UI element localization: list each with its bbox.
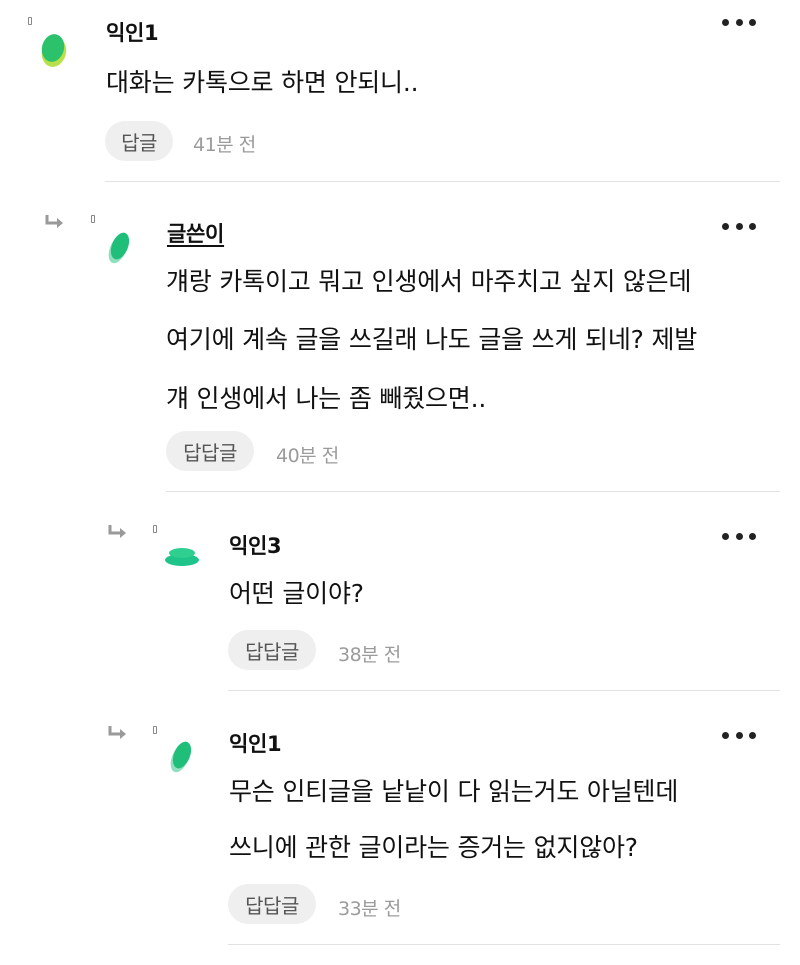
reply-button[interactable]: 답답글 (166, 431, 254, 471)
comment-item: 익인3 어떤 글이야? 답답글 38분 전 (0, 495, 800, 692)
avatar-icon[interactable] (104, 228, 134, 268)
more-options-icon[interactable] (722, 216, 756, 236)
reply-button[interactable]: 답글 (105, 121, 173, 161)
comment-text-line: 쓰니에 관한 글이라는 증거는 없지않아? (229, 833, 638, 862)
comment-text-line: 어떤 글이야? (229, 579, 364, 608)
avatar-icon[interactable] (38, 30, 68, 70)
comment-author[interactable]: 익인1 (106, 17, 159, 47)
comment-text-line: 걔 인생에서 나는 좀 빼줬으면.. (166, 384, 487, 413)
reply-button[interactable]: 답답글 (228, 630, 316, 670)
reply-arrow-icon (108, 726, 126, 739)
reply-button[interactable]: 답답글 (228, 884, 316, 924)
comment-author[interactable]: 글쓴이 (167, 218, 224, 248)
divider (105, 181, 780, 182)
reply-arrow-icon (45, 215, 63, 228)
reply-arrow-icon (108, 525, 126, 538)
comment-time: 38분 전 (338, 644, 401, 666)
comment-time: 33분 전 (338, 898, 401, 920)
badge-mark (153, 726, 157, 734)
avatar-icon[interactable] (166, 737, 196, 777)
comment-item: 글쓴이 걔랑 카톡이고 뭐고 인생에서 마주치고 싶지 않은데 여기에 계속 글… (0, 185, 800, 495)
comment-text-line: 여기에 계속 글을 쓰길래 나도 글을 쓰게 되네? 제발 (166, 325, 698, 354)
divider (166, 491, 780, 492)
divider (228, 690, 780, 691)
badge-mark (153, 525, 157, 533)
badge-mark (28, 17, 32, 25)
comment-item: 익인1 대화는 카톡으로 하면 안되니.. 답글 41분 전 (0, 0, 800, 185)
more-options-icon[interactable] (722, 12, 756, 32)
divider (228, 944, 780, 945)
comment-author[interactable]: 익인3 (229, 530, 282, 560)
more-options-icon[interactable] (722, 725, 756, 745)
comment-text-line: 무슨 인티글을 낱낱이 다 읽는거도 아닐텐데 (229, 777, 679, 806)
comment-text-line: 대화는 카톡으로 하면 안되니.. (106, 68, 419, 97)
comment-text-line: 걔랑 카톡이고 뭐고 인생에서 마주치고 싶지 않은데 (166, 267, 692, 296)
more-options-icon[interactable] (722, 526, 756, 546)
avatar-icon[interactable] (164, 540, 200, 572)
comment-item: 익인1 무슨 인티글을 낱낱이 다 읽는거도 아닐텐데 쓰니에 관한 글이라는 … (0, 692, 800, 965)
comment-time: 40분 전 (276, 445, 339, 467)
comment-time: 41분 전 (193, 134, 256, 156)
comment-author[interactable]: 익인1 (229, 728, 282, 758)
badge-mark (91, 215, 95, 223)
